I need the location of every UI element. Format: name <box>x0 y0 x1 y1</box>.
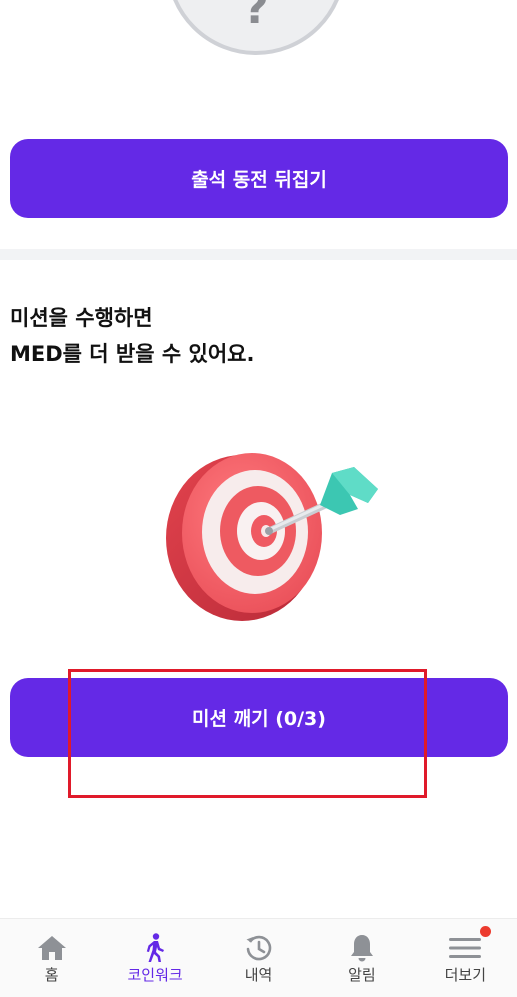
mission-headline: 미션을 수행하면 MED를 더 받을 수 있어요. <box>10 300 490 372</box>
menu-icon <box>449 932 482 964</box>
mission-start-button[interactable]: 미션 깨기 (0/3) <box>10 678 508 757</box>
coin-question-mark: ? <box>243 0 269 34</box>
nav-coinwalk-label: 코인워크 <box>127 966 183 984</box>
flip-attendance-coin-button[interactable]: 출석 동전 뒤집기 <box>10 139 508 218</box>
nav-more-label: 더보기 <box>444 966 487 984</box>
home-icon <box>36 932 68 964</box>
walking-person-icon <box>139 932 171 964</box>
bell-icon <box>346 932 378 964</box>
nav-home[interactable]: 홈 <box>0 919 103 997</box>
nav-coinwalk[interactable]: 코인워크 <box>103 919 206 997</box>
notification-badge <box>479 926 491 937</box>
attendance-coin[interactable]: ? <box>166 0 346 55</box>
mission-headline-line1: 미션을 수행하면 <box>10 306 153 330</box>
nav-history[interactable]: 내역 <box>207 919 310 997</box>
nav-history-label: 내역 <box>244 966 273 984</box>
nav-notifications-label: 알림 <box>348 966 376 984</box>
coinwalk-screen: ? 출석 동전 뒤집기 미션을 수행하면 MED를 더 받을 수 있어요. 미션… <box>0 0 517 997</box>
bottom-navigation: 홈 코인워크 내역 알림 더보기 <box>0 918 517 997</box>
mission-headline-line2: MED를 더 받을 수 있어요. <box>10 342 255 366</box>
nav-more[interactable]: 더보기 <box>414 919 517 997</box>
nav-notifications[interactable]: 알림 <box>310 919 413 997</box>
history-icon <box>243 932 275 964</box>
target-dart-illustration <box>166 453 378 621</box>
section-divider <box>0 249 517 260</box>
nav-home-label: 홈 <box>44 966 59 984</box>
